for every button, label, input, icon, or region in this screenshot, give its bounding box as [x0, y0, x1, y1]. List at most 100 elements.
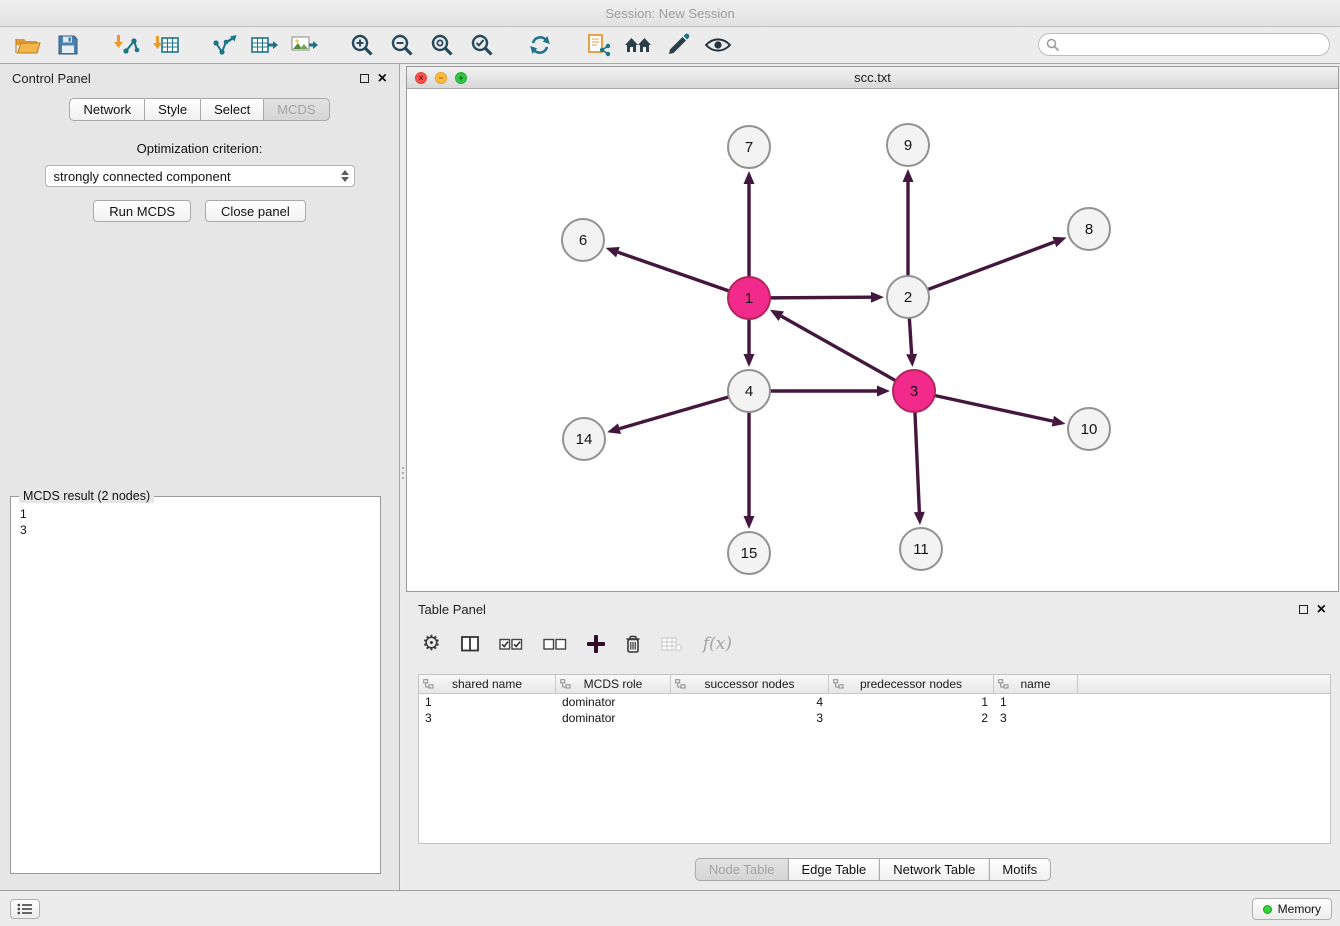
tab-select[interactable]: Select [200, 98, 264, 121]
column-header-MCDS-role[interactable]: MCDS role [556, 675, 671, 693]
mcds-result-lines: 13 [11, 497, 380, 547]
graph-edge-3-10[interactable] [934, 395, 1066, 426]
deselect-all-button[interactable] [543, 637, 567, 651]
maximize-window-button[interactable]: + [455, 72, 467, 84]
graph-node-2[interactable]: 2 [887, 276, 929, 318]
memory-status-icon [1263, 905, 1272, 914]
run-mcds-button[interactable]: Run MCDS [93, 200, 191, 222]
table-row[interactable]: 1dominator411 [419, 694, 1330, 710]
graph-node-14[interactable]: 14 [563, 418, 605, 460]
graph-node-6[interactable]: 6 [562, 219, 604, 261]
graph-node-8[interactable]: 8 [1068, 208, 1110, 250]
add-column-button[interactable] [587, 635, 605, 653]
close-window-button[interactable]: × [415, 72, 427, 84]
network-window-title: scc.txt [854, 70, 891, 85]
minimize-window-button[interactable]: − [435, 72, 447, 84]
apply-style-button[interactable] [658, 29, 698, 61]
import-network-button[interactable] [106, 29, 146, 61]
column-selector-button[interactable] [461, 636, 479, 652]
tab-network-table[interactable]: Network Table [879, 858, 989, 881]
table-row[interactable]: 3dominator323 [419, 710, 1330, 726]
column-header-name[interactable]: name [994, 675, 1078, 693]
close-panel-button[interactable]: Close panel [205, 200, 306, 222]
export-table-button[interactable] [244, 29, 284, 61]
zoom-in-button[interactable] [342, 29, 382, 61]
refresh-view-button[interactable] [520, 29, 560, 61]
save-session-button[interactable] [48, 29, 88, 61]
memory-button[interactable]: Memory [1252, 898, 1332, 920]
import-table-button[interactable] [146, 29, 186, 61]
svg-text:1: 1 [745, 290, 753, 307]
tab-network[interactable]: Network [69, 98, 145, 121]
import-network-icon [112, 33, 140, 57]
svg-text:15: 15 [741, 545, 758, 562]
search-input[interactable] [1038, 33, 1330, 56]
graph-edge-4-15[interactable] [744, 411, 755, 529]
zoom-fit-icon [430, 33, 454, 57]
table-settings-button[interactable]: ⚙ [422, 633, 441, 655]
column-edit-icon [675, 679, 686, 689]
graph-edge-2-9[interactable] [903, 169, 914, 277]
column-header-predecessor-nodes[interactable]: predecessor nodes [829, 675, 994, 693]
graph-edge-1-6[interactable] [606, 247, 730, 291]
graph-edge-3-11[interactable] [914, 411, 925, 525]
import-table-icon [152, 33, 180, 57]
graph-edge-4-14[interactable] [607, 397, 730, 434]
svg-text:7: 7 [745, 139, 753, 156]
zoom-selected-button[interactable] [462, 29, 502, 61]
tab-edge-table[interactable]: Edge Table [787, 858, 880, 881]
graph-edge-2-8[interactable] [927, 237, 1067, 290]
node-table: shared nameMCDS rolesuccessor nodesprede… [418, 674, 1331, 844]
tab-node-table[interactable]: Node Table [695, 858, 789, 881]
graph-edge-2-3[interactable] [906, 317, 917, 367]
svg-text:2: 2 [904, 289, 912, 306]
graph-edge-3-1[interactable] [770, 310, 897, 381]
tab-style[interactable]: Style [144, 98, 201, 121]
column-edit-icon [560, 679, 571, 689]
export-image-button[interactable] [284, 29, 324, 61]
delete-column-button[interactable] [625, 634, 641, 654]
graph-node-3[interactable]: 3 [893, 370, 935, 412]
task-list-button[interactable] [10, 899, 40, 919]
zoom-out-button[interactable] [382, 29, 422, 61]
tab-motifs[interactable]: Motifs [988, 858, 1051, 881]
plus-icon [587, 635, 605, 653]
criterion-dropdown[interactable]: strongly connected component [45, 165, 355, 187]
graph-node-7[interactable]: 7 [728, 126, 770, 168]
open-session-button[interactable] [8, 29, 48, 61]
close-table-panel-icon[interactable]: × [1317, 604, 1326, 615]
column-header-shared-name[interactable]: shared name [419, 675, 556, 693]
select-all-button[interactable] [499, 637, 523, 651]
network-canvas[interactable]: 7 9 6 8 1 2 4 3 14 10 15 11 [407, 89, 1338, 591]
function-builder-button[interactable]: f(x) [703, 634, 732, 654]
graph-node-11[interactable]: 11 [900, 528, 942, 570]
graph-edge-1-2[interactable] [769, 292, 884, 303]
export-network-button[interactable] [204, 29, 244, 61]
tab-mcds[interactable]: MCDS [263, 98, 329, 121]
dropdown-stepper-icon [341, 170, 349, 182]
eye-icon [705, 36, 731, 54]
graph-node-9[interactable]: 9 [887, 124, 929, 166]
column-header-successor-nodes[interactable]: successor nodes [671, 675, 829, 693]
graph-node-4[interactable]: 4 [728, 370, 770, 412]
delete-table-icon [661, 636, 683, 652]
graph-edge-4-3[interactable] [769, 386, 890, 397]
float-table-panel-icon[interactable] [1299, 605, 1308, 614]
delete-table-button[interactable] [661, 636, 683, 652]
window-title: Session: New Session [0, 0, 1340, 27]
float-panel-icon[interactable] [360, 74, 369, 83]
close-panel-icon[interactable]: × [378, 73, 387, 84]
search-icon [1046, 38, 1060, 52]
zoom-fit-button[interactable] [422, 29, 462, 61]
table-panel: Table Panel × ⚙ [406, 596, 1340, 890]
clone-network-button[interactable] [578, 29, 618, 61]
first-neighbors-button[interactable] [618, 29, 658, 61]
graph-edge-1-4[interactable] [744, 318, 755, 367]
apply-style-icon [666, 33, 690, 57]
show-hide-button[interactable] [698, 29, 738, 61]
graph-node-1[interactable]: 1 [728, 277, 770, 319]
columns-icon [461, 636, 479, 652]
graph-node-15[interactable]: 15 [728, 532, 770, 574]
graph-node-10[interactable]: 10 [1068, 408, 1110, 450]
graph-edge-1-7[interactable] [744, 171, 755, 278]
